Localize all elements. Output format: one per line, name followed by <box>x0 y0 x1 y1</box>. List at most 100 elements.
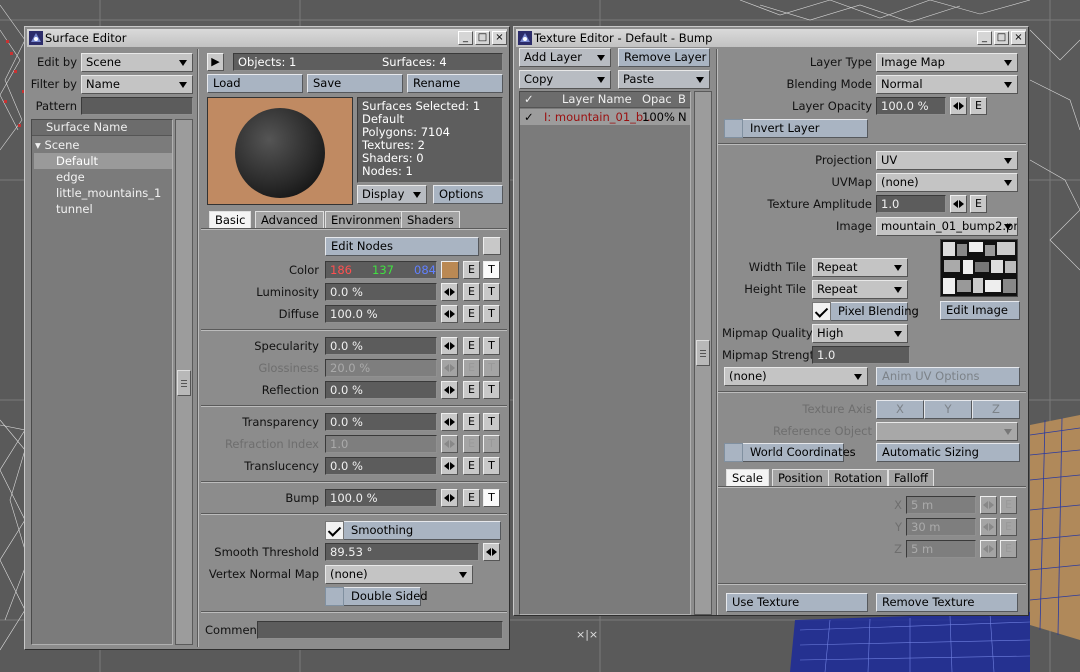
diffuse-envelope-button[interactable]: E <box>463 305 480 323</box>
reflection-texture-button[interactable]: T <box>483 381 500 399</box>
specularity-texture-button[interactable]: T <box>483 337 500 355</box>
bump-input[interactable]: 100.0 % <box>325 489 437 507</box>
translucency-input[interactable]: 0.0 % <box>325 457 437 475</box>
smoothing-toggle[interactable]: Smoothing <box>325 521 501 540</box>
transparency-envelope-button[interactable]: E <box>463 413 480 431</box>
specularity-envelope-button[interactable]: E <box>463 337 480 355</box>
bump-slider-arrows-icon[interactable] <box>441 489 458 507</box>
luminosity-input[interactable]: 0.0 % <box>325 283 437 301</box>
remove-layer-button[interactable]: Remove Layer <box>618 48 710 67</box>
transparency-slider-arrows-icon[interactable] <box>441 413 458 431</box>
luminosity-slider-arrows-icon[interactable] <box>441 283 458 301</box>
layer-enabled-check-icon[interactable]: ✓ <box>524 109 534 125</box>
scrollbar-thumb[interactable] <box>696 340 710 366</box>
pattern-input[interactable] <box>81 97 193 115</box>
scale-z-input[interactable]: 5 m <box>906 540 976 558</box>
node-toggle-button[interactable] <box>483 237 501 255</box>
double-sided-checkbox[interactable] <box>325 587 344 606</box>
list-item[interactable]: edge <box>34 169 85 185</box>
glossiness-envelope-button[interactable]: E <box>463 359 480 377</box>
tab-rotation[interactable]: Rotation <box>828 469 889 486</box>
scrollbar-thumb[interactable] <box>177 370 191 396</box>
reflection-slider-arrows-icon[interactable] <box>441 381 458 399</box>
width-tile-dropdown[interactable]: Repeat <box>812 258 908 277</box>
world-coordinates-checkbox[interactable] <box>724 443 743 462</box>
image-thumbnail[interactable] <box>940 239 1018 297</box>
glossiness-slider-arrows-icon[interactable] <box>441 359 458 377</box>
mipmap-quality-dropdown[interactable]: High <box>812 324 908 343</box>
vertex-normal-map-dropdown[interactable]: (none) <box>325 565 473 584</box>
scale-x-input[interactable]: 5 m <box>906 496 976 514</box>
layer-list-scrollbar[interactable] <box>694 91 712 615</box>
smoothing-checkbox[interactable] <box>325 521 344 540</box>
display-dropdown[interactable]: Display <box>357 185 427 204</box>
anim-uv-source-dropdown[interactable]: (none) <box>724 367 868 386</box>
tab-shaders[interactable]: Shaders <box>401 211 460 228</box>
remove-texture-button[interactable]: Remove Texture <box>876 593 1018 612</box>
translucency-texture-button[interactable]: T <box>483 457 500 475</box>
scale-y-input[interactable]: 30 m <box>906 518 976 536</box>
filter-by-dropdown[interactable]: Name <box>81 75 193 94</box>
minimize-icon[interactable]: _ <box>977 31 992 45</box>
translucency-slider-arrows-icon[interactable] <box>441 457 458 475</box>
scale-x-arrows-icon[interactable] <box>980 496 997 514</box>
tab-falloff[interactable]: Falloff <box>888 469 934 486</box>
smooth-threshold-input[interactable]: 89.53 ° <box>325 543 479 561</box>
edit-by-dropdown[interactable]: Scene <box>81 53 193 72</box>
list-item[interactable]: Default <box>34 153 172 169</box>
height-tile-dropdown[interactable]: Repeat <box>812 280 908 299</box>
list-item[interactable]: tunnel <box>34 201 93 217</box>
list-item[interactable]: little_mountains_1 <box>34 185 161 201</box>
layer-list[interactable]: ✓ Layer Name Opac B ✓ I: mountain_01_b..… <box>519 91 691 615</box>
maximize-icon[interactable]: □ <box>994 31 1009 45</box>
close-icon[interactable]: × <box>1011 31 1026 45</box>
texture-axis-y-button[interactable]: Y <box>924 400 972 419</box>
refraction-envelope-button[interactable]: E <box>463 435 480 453</box>
invert-layer-toggle[interactable]: Invert Layer <box>724 119 868 138</box>
glossiness-texture-button[interactable]: T <box>483 359 500 377</box>
color-envelope-button[interactable]: E <box>463 261 480 279</box>
close-icon[interactable]: × <box>492 31 507 45</box>
diffuse-slider-arrows-icon[interactable] <box>441 305 458 323</box>
load-button[interactable]: Load <box>207 74 303 93</box>
mipmap-strength-input[interactable]: 1.0 <box>812 346 910 364</box>
transparency-input[interactable]: 0.0 % <box>325 413 437 431</box>
scale-z-arrows-icon[interactable] <box>980 540 997 558</box>
layer-type-dropdown[interactable]: Image Map <box>876 53 1018 72</box>
bump-texture-button[interactable]: T <box>483 489 500 507</box>
texture-editor-titlebar[interactable]: Texture Editor - Default - Bump _ □ × <box>516 29 1026 47</box>
diffuse-texture-button[interactable]: T <box>483 305 500 323</box>
tab-environment[interactable]: Environment <box>325 211 411 228</box>
anim-uv-options-button[interactable]: Anim UV Options <box>876 367 1020 386</box>
table-row[interactable]: ✓ I: mountain_01_b... 100% N <box>520 109 690 125</box>
layer-opacity-arrows-icon[interactable] <box>950 97 967 115</box>
reference-object-dropdown[interactable] <box>876 422 1018 441</box>
texture-axis-x-button[interactable]: X <box>876 400 924 419</box>
luminosity-texture-button[interactable]: T <box>483 283 500 301</box>
projection-dropdown[interactable]: UV <box>876 151 1018 170</box>
texture-amplitude-arrows-icon[interactable] <box>950 195 967 213</box>
surface-editor-titlebar[interactable]: Surface Editor _ □ × <box>27 29 507 47</box>
transparency-texture-button[interactable]: T <box>483 413 500 431</box>
layer-opacity-envelope-button[interactable]: E <box>970 97 987 115</box>
scale-y-envelope-button[interactable]: E <box>1000 518 1017 536</box>
invert-layer-checkbox[interactable] <box>724 119 743 138</box>
tab-advanced[interactable]: Advanced <box>255 211 324 228</box>
scale-x-envelope-button[interactable]: E <box>1000 496 1017 514</box>
comment-input[interactable] <box>257 621 503 639</box>
color-swatch[interactable] <box>441 261 459 279</box>
bump-envelope-button[interactable]: E <box>463 489 480 507</box>
blending-mode-dropdown[interactable]: Normal <box>876 75 1018 94</box>
tab-position[interactable]: Position <box>772 469 829 486</box>
diffuse-input[interactable]: 100.0 % <box>325 305 437 323</box>
specularity-slider-arrows-icon[interactable] <box>441 337 458 355</box>
refraction-index-input[interactable]: 1.0 <box>325 435 437 453</box>
edit-image-button[interactable]: Edit Image <box>940 301 1020 320</box>
automatic-sizing-button[interactable]: Automatic Sizing <box>876 443 1020 462</box>
copy-dropdown[interactable]: Copy <box>519 70 611 89</box>
use-texture-button[interactable]: Use Texture <box>726 593 868 612</box>
scale-y-arrows-icon[interactable] <box>980 518 997 536</box>
translucency-envelope-button[interactable]: E <box>463 457 480 475</box>
options-button[interactable]: Options <box>433 185 503 204</box>
tab-scale[interactable]: Scale <box>726 469 769 486</box>
